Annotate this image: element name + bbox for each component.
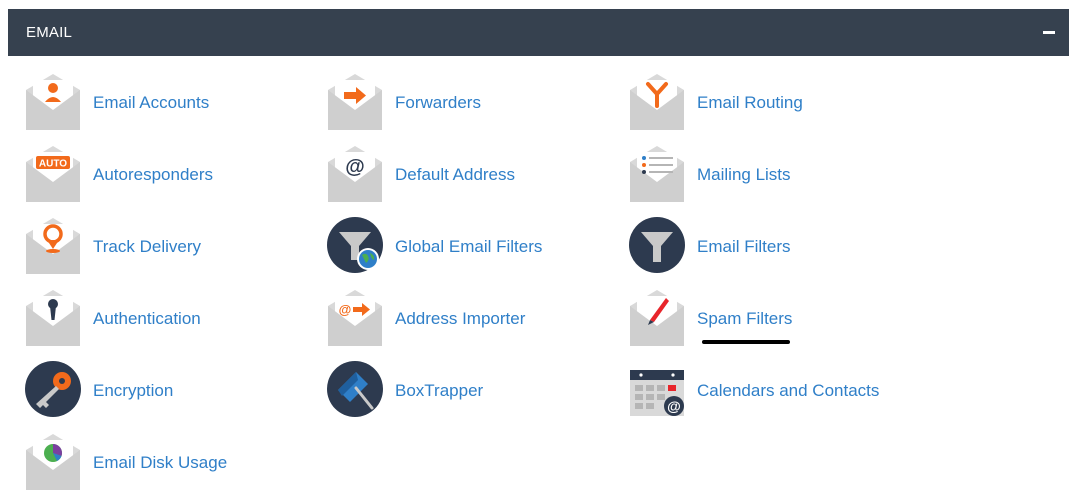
email-filters-link[interactable]: Email Filters — [628, 214, 848, 276]
global-email-filters-link[interactable]: Global Email Filters — [326, 214, 566, 276]
item-label: Email Disk Usage — [93, 453, 228, 472]
email-filters-icon — [628, 214, 686, 276]
email-accounts-link[interactable]: Email Accounts — [24, 70, 244, 132]
section-title: EMAIL — [26, 24, 73, 41]
global-email-filters-icon — [326, 214, 384, 276]
mailing-lists-link[interactable]: Mailing Lists — [628, 142, 848, 204]
autoresponders-link[interactable]: AUTO Autoresponders — [24, 142, 244, 204]
encryption-icon — [24, 358, 82, 420]
boxtrapper-link[interactable]: BoxTrapper — [326, 358, 546, 420]
address-importer-icon: @ — [326, 286, 384, 348]
autoresponders-icon: AUTO — [24, 142, 82, 204]
item-label: Encryption — [93, 381, 174, 400]
spam-filters-icon — [628, 286, 686, 348]
minus-icon — [1043, 31, 1055, 34]
forwarders-icon — [326, 70, 384, 132]
item-label: Email Accounts — [93, 93, 210, 112]
email-routing-link[interactable]: Email Routing — [628, 70, 848, 132]
item-label: Authentication — [93, 309, 201, 328]
authentication-link[interactable]: Authentication — [24, 286, 244, 348]
item-label: Calendars and Contacts — [697, 381, 880, 400]
item-label: Global Email Filters — [395, 237, 543, 256]
calendars-contacts-icon: @ — [628, 358, 686, 420]
mailing-lists-icon — [628, 142, 686, 204]
item-label: Forwarders — [395, 93, 481, 112]
track-delivery-icon — [24, 214, 82, 276]
svg-text:AUTO: AUTO — [39, 159, 67, 170]
email-disk-usage-icon — [24, 430, 82, 492]
item-label: Track Delivery — [93, 237, 201, 256]
encryption-link[interactable]: Encryption — [24, 358, 244, 420]
default-address-icon: @ — [326, 142, 384, 204]
item-label: BoxTrapper — [395, 381, 484, 400]
boxtrapper-icon — [326, 358, 384, 420]
calendars-contacts-link[interactable]: @ Calendars and Contacts — [628, 358, 908, 420]
collapse-button[interactable] — [1041, 23, 1059, 41]
item-label: Default Address — [395, 165, 516, 184]
item-label: Address Importer — [395, 309, 526, 328]
email-section: EMAIL Email Accounts Forwarders Email Ro… — [8, 9, 1069, 492]
address-importer-link[interactable]: @ Address Importer — [326, 286, 566, 348]
spam-filters-link[interactable]: Spam Filters — [628, 286, 848, 348]
item-label: Mailing Lists — [697, 165, 791, 184]
item-label: Email Routing — [697, 93, 803, 112]
svg-text:@: @ — [667, 398, 681, 414]
email-routing-icon — [628, 70, 686, 132]
track-delivery-link[interactable]: Track Delivery — [24, 214, 244, 276]
svg-text:@: @ — [339, 302, 352, 317]
email-disk-usage-link[interactable]: Email Disk Usage — [24, 430, 264, 492]
authentication-icon — [24, 286, 82, 348]
item-label: Email Filters — [697, 237, 791, 256]
item-label: Spam Filters — [697, 309, 793, 328]
default-address-link[interactable]: @ Default Address — [326, 142, 546, 204]
forwarders-link[interactable]: Forwarders — [326, 70, 546, 132]
svg-text:@: @ — [345, 156, 365, 178]
annotation-underline — [702, 340, 790, 344]
item-label: Autoresponders — [93, 165, 214, 184]
email-tools-grid: Email Accounts Forwarders Email Routing … — [24, 70, 1064, 490]
section-header[interactable]: EMAIL — [8, 9, 1069, 56]
email-accounts-icon — [24, 70, 82, 132]
